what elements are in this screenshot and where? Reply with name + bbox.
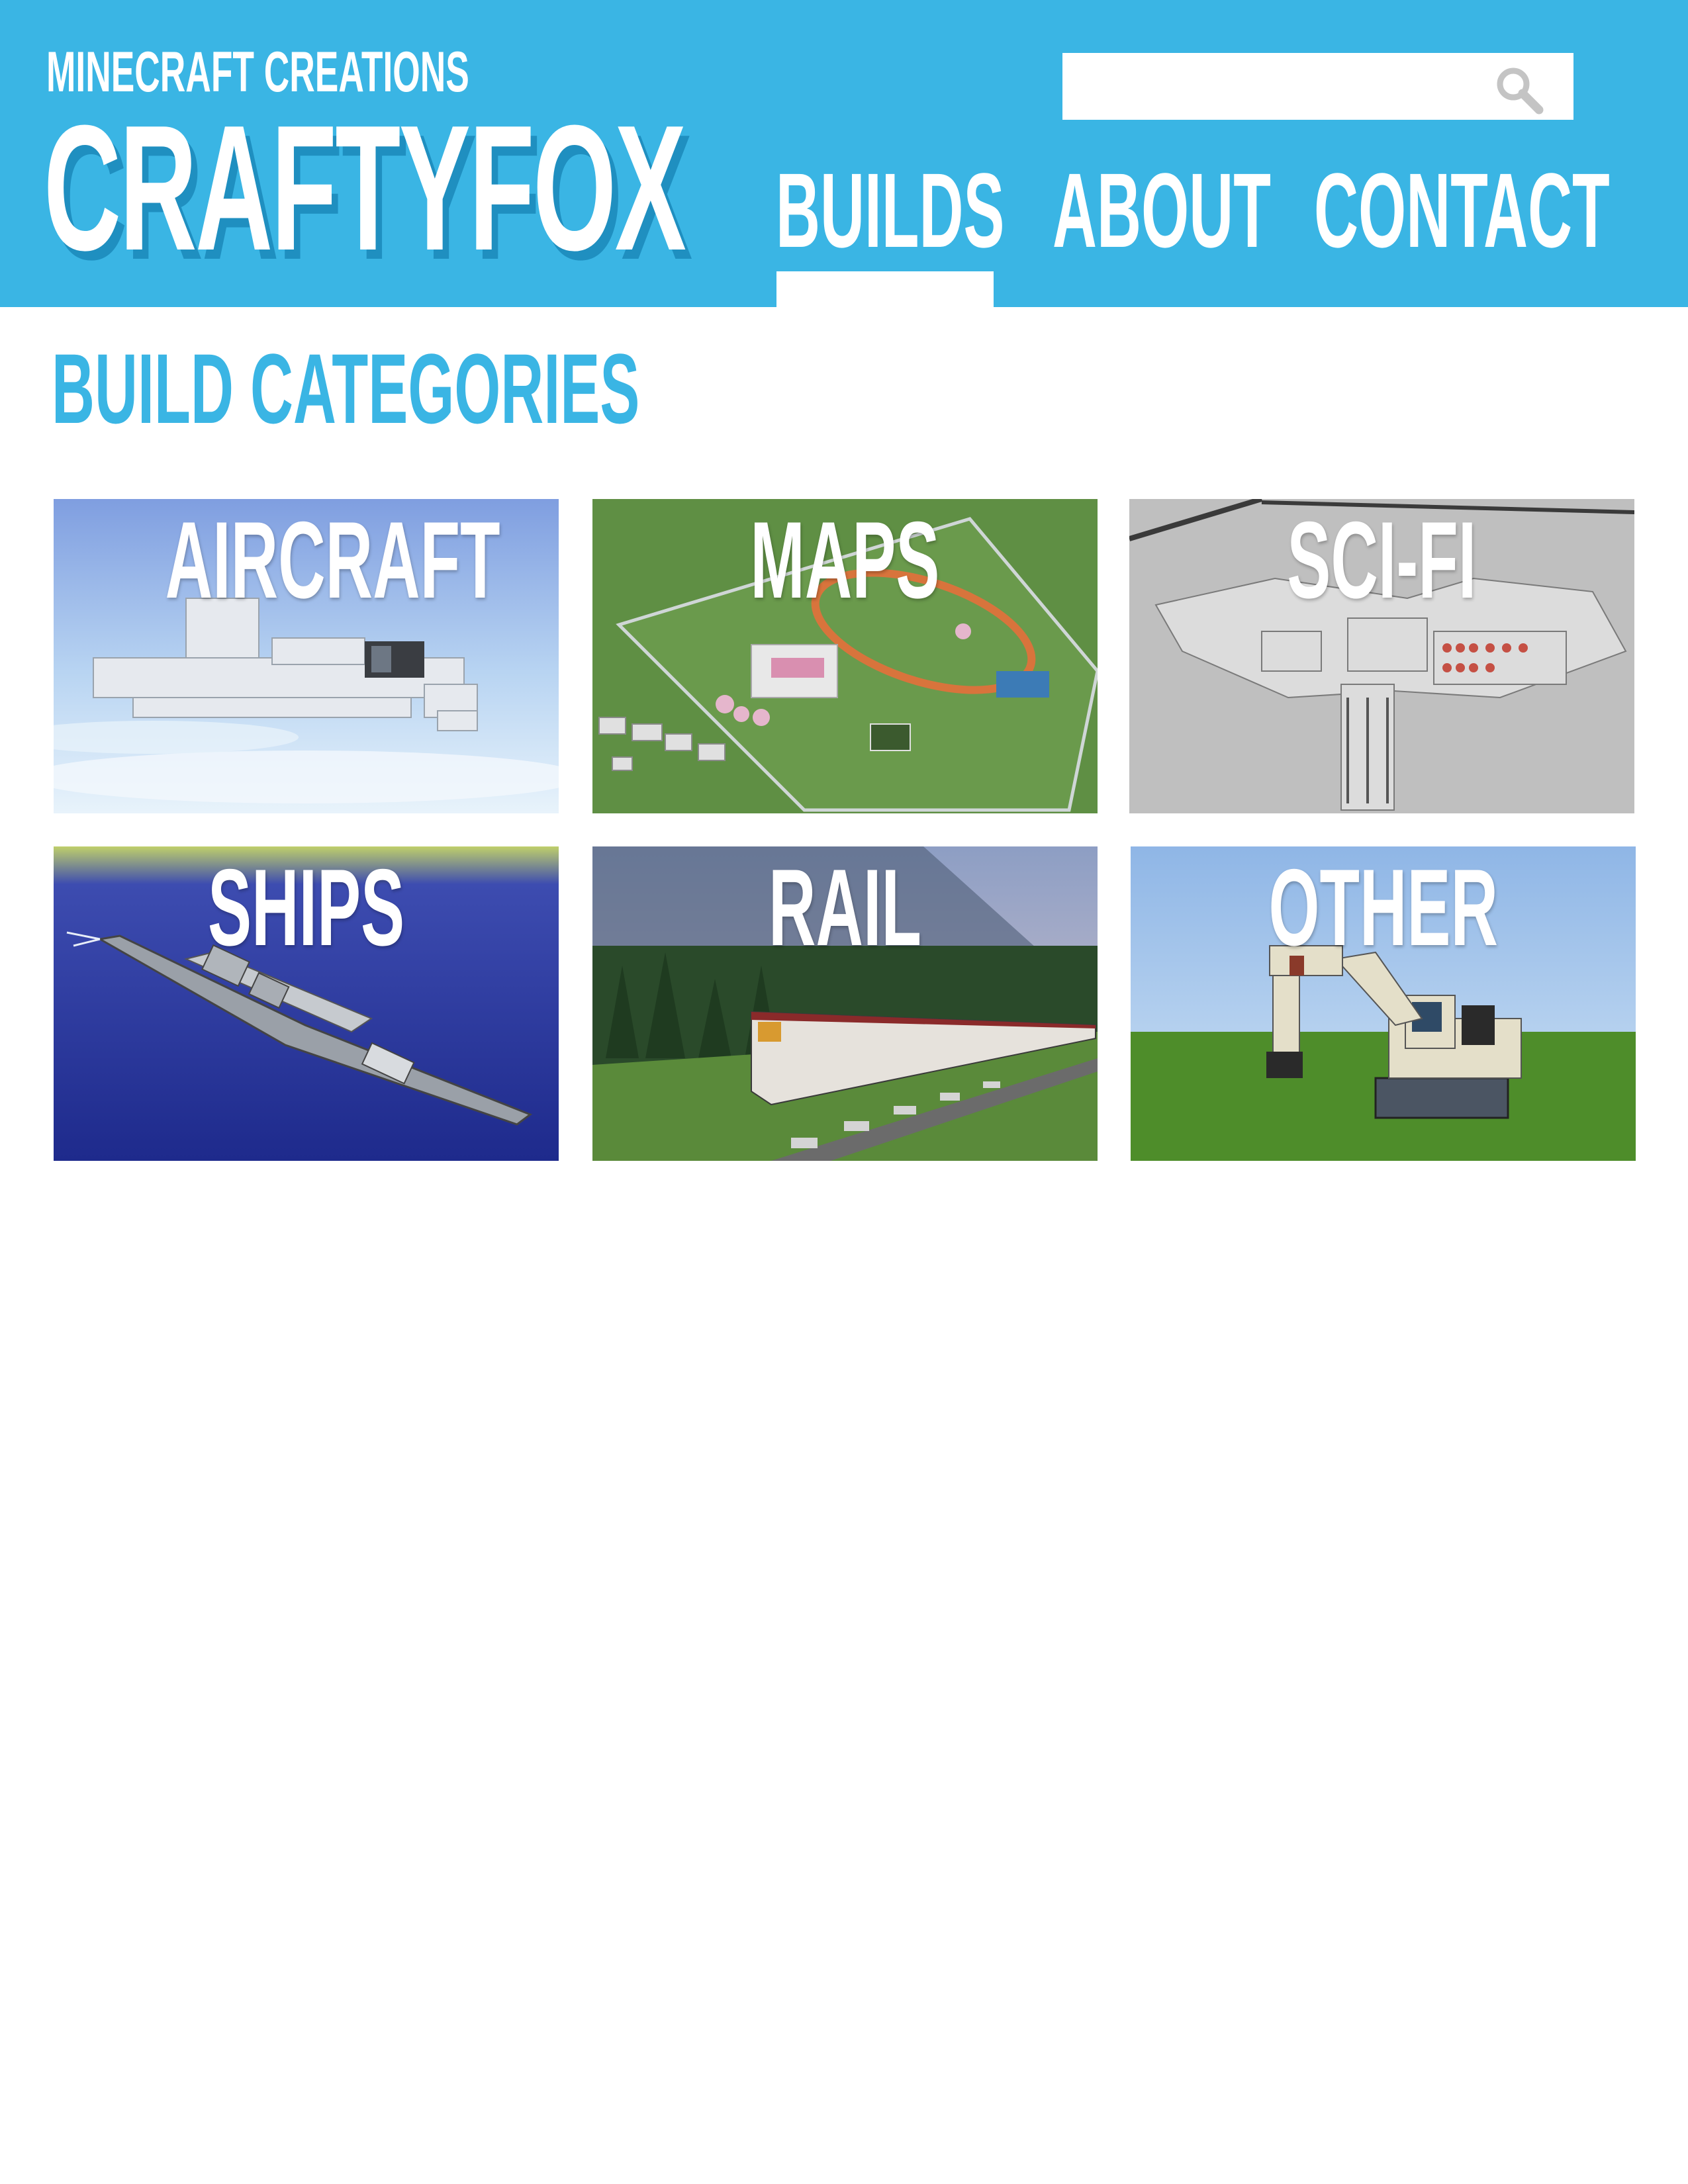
- nav-builds[interactable]: BUILDS: [776, 158, 1004, 263]
- category-label-maps: MAPS: [750, 499, 940, 621]
- category-label-ships: SHIPS: [207, 846, 405, 968]
- category-tile-ships[interactable]: SHIPS: [54, 846, 559, 1161]
- nav-about[interactable]: ABOUT: [1053, 158, 1271, 263]
- nav-contact[interactable]: CONTACT: [1314, 158, 1610, 263]
- page-title: BUILD CATEGORIES: [52, 333, 640, 444]
- category-label-aircraft: AIRCRAFT: [165, 499, 500, 621]
- search-icon[interactable]: [1493, 64, 1546, 116]
- nav-active-indicator: [776, 271, 994, 307]
- category-tile-rail[interactable]: RAIL: [592, 846, 1098, 1161]
- category-label-other: OTHER: [1268, 846, 1498, 968]
- site-logo[interactable]: CRAFTYFOX: [44, 99, 686, 278]
- category-tile-maps[interactable]: MAPS: [592, 499, 1098, 813]
- search-input[interactable]: [1062, 53, 1573, 120]
- category-tile-aircraft[interactable]: AIRCRAFT: [54, 499, 559, 813]
- category-tile-scifi[interactable]: SCI-FI: [1129, 499, 1634, 813]
- site-header: MINECRAFT CREATIONS CRAFTYFOX BUILDS ABO…: [0, 0, 1688, 307]
- category-label-rail: RAIL: [769, 846, 921, 968]
- category-tile-other[interactable]: OTHER: [1131, 846, 1636, 1161]
- category-label-scifi: SCI-FI: [1287, 499, 1477, 621]
